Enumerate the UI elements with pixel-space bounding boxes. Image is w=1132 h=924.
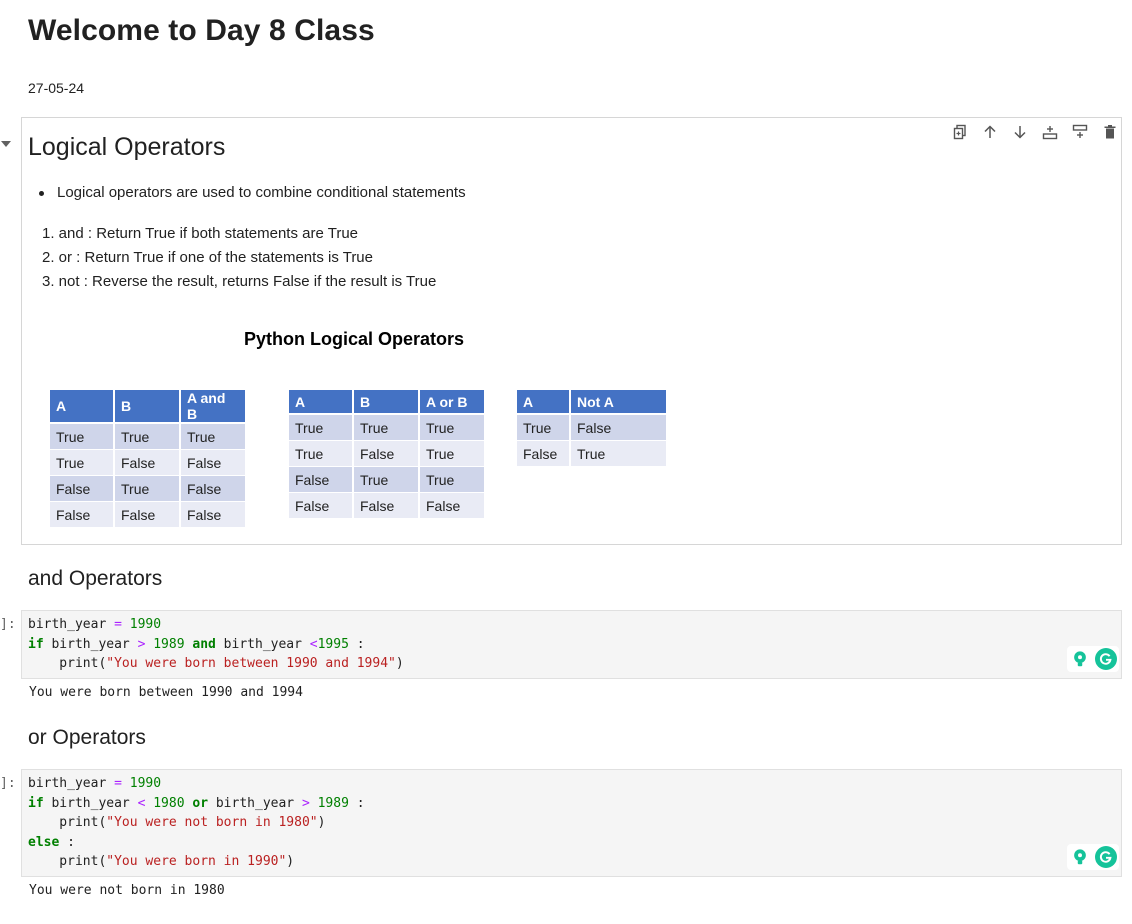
header-cell: A bbox=[289, 390, 354, 415]
table-cell: True bbox=[420, 441, 486, 467]
table-cell: False bbox=[50, 476, 115, 502]
output-and: You were born between 1990 and 1994 bbox=[29, 685, 303, 700]
lightbulb-icon[interactable] bbox=[1069, 648, 1091, 670]
table-row: False False False bbox=[50, 502, 247, 528]
insert-above-icon[interactable] bbox=[1040, 122, 1060, 142]
duplicate-icon[interactable] bbox=[950, 122, 970, 142]
grammarly-widget[interactable] bbox=[1067, 844, 1119, 870]
table-cell: True bbox=[289, 441, 354, 467]
header-cell: A and B bbox=[181, 390, 247, 424]
table-cell: True bbox=[115, 476, 181, 502]
move-up-icon[interactable] bbox=[980, 122, 1000, 142]
header-cell: B bbox=[354, 390, 420, 415]
move-down-icon[interactable] bbox=[1010, 122, 1030, 142]
bullet-item: Logical operators are used to combine co… bbox=[39, 184, 466, 201]
table-row: False True True bbox=[289, 467, 486, 493]
table-cell: True bbox=[420, 467, 486, 493]
and-truth-table: A B A and B True True True True False False … bbox=[50, 390, 247, 528]
table-cell: False bbox=[181, 476, 247, 502]
code-cell-and[interactable]: birth_year = 1990 if birth_year > 1989 a… bbox=[21, 610, 1122, 679]
table-row: True True True bbox=[50, 424, 247, 450]
table-row: True False True bbox=[289, 441, 486, 467]
table-cell: False bbox=[571, 415, 668, 441]
table-cell: True bbox=[50, 450, 115, 476]
collapse-caret-icon[interactable] bbox=[1, 141, 11, 147]
grammarly-widget[interactable] bbox=[1067, 646, 1119, 672]
and-operators-heading: and Operators bbox=[28, 567, 163, 590]
header-cell: B bbox=[115, 390, 181, 424]
or-operators-heading: or Operators bbox=[28, 726, 146, 749]
table-cell: True bbox=[289, 415, 354, 441]
table-row: False True bbox=[517, 441, 668, 467]
insert-below-icon[interactable] bbox=[1070, 122, 1090, 142]
table-cell: False bbox=[420, 493, 486, 519]
header-cell: Not A bbox=[571, 390, 668, 415]
list-item-and: 1. and : Return True if both statements … bbox=[42, 225, 359, 242]
logical-operators-heading: Logical Operators bbox=[28, 133, 226, 161]
table-cell: True bbox=[354, 467, 420, 493]
notebook-title: Welcome to Day 8 Class bbox=[28, 14, 375, 47]
grammarly-icon[interactable] bbox=[1095, 648, 1117, 670]
table-cell: False bbox=[354, 441, 420, 467]
table-row: True True True bbox=[289, 415, 486, 441]
table-cell: True bbox=[50, 424, 115, 450]
table-cell: False bbox=[181, 502, 247, 528]
table-cell: False bbox=[289, 493, 354, 519]
code-cell-or[interactable]: birth_year = 1990 if birth_year < 1980 o… bbox=[21, 769, 1122, 877]
table-cell: True bbox=[517, 415, 571, 441]
table-row: True False bbox=[517, 415, 668, 441]
list-item-not: 3. not : Reverse the result, returns Fal… bbox=[42, 273, 437, 290]
table-cell: True bbox=[420, 415, 486, 441]
or-truth-table: A B A or B True True True True False True Fa… bbox=[289, 390, 486, 519]
grammarly-icon[interactable] bbox=[1095, 846, 1117, 868]
table-cell: True bbox=[571, 441, 668, 467]
table-row: False False False bbox=[289, 493, 486, 519]
input-prompt: ]: bbox=[0, 617, 16, 632]
table-row: True False False bbox=[50, 450, 247, 476]
not-truth-table: A Not A True False False True bbox=[517, 390, 668, 467]
table-cell: False bbox=[354, 493, 420, 519]
table-cell: False bbox=[50, 502, 115, 528]
header-cell: A bbox=[517, 390, 571, 415]
table-cell: True bbox=[181, 424, 247, 450]
output-or: You were not born in 1980 bbox=[29, 883, 225, 898]
operator-list: 1. and : Return True if both statements … bbox=[42, 222, 436, 294]
input-prompt: ]: bbox=[0, 776, 16, 791]
list-item-or: 2. or : Return True if one of the statem… bbox=[42, 249, 373, 266]
table-cell: False bbox=[181, 450, 247, 476]
lightbulb-icon[interactable] bbox=[1069, 846, 1091, 868]
table-cell: False bbox=[289, 467, 354, 493]
header-cell: A or B bbox=[420, 390, 486, 415]
table-row: False True False bbox=[50, 476, 247, 502]
cell-toolbar bbox=[950, 122, 1120, 142]
header-cell: A bbox=[50, 390, 115, 424]
table-cell: True bbox=[115, 424, 181, 450]
delete-icon[interactable] bbox=[1100, 122, 1120, 142]
table-cell: False bbox=[115, 502, 181, 528]
class-date: 27-05-24 bbox=[28, 80, 85, 96]
table-cell: False bbox=[115, 450, 181, 476]
image-title: Python Logical Operators bbox=[244, 329, 465, 349]
table-cell: True bbox=[354, 415, 420, 441]
table-cell: False bbox=[517, 441, 571, 467]
